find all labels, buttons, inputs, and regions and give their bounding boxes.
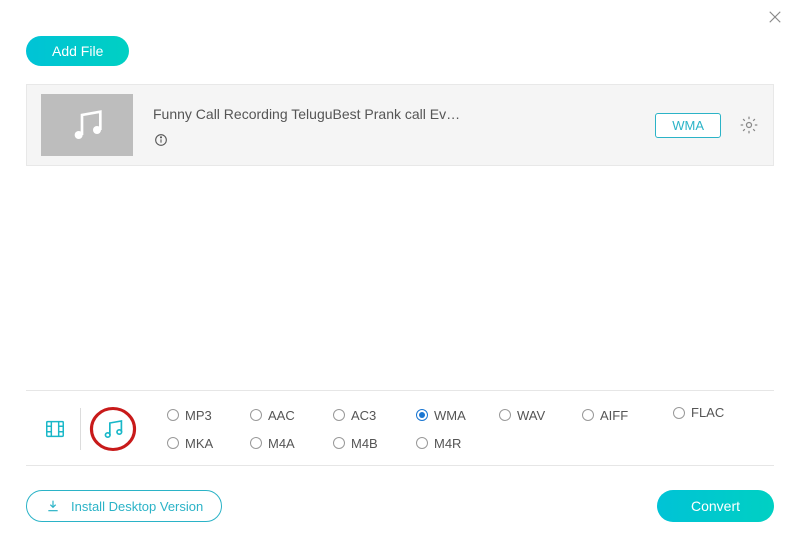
separator — [80, 408, 81, 450]
install-desktop-button[interactable]: Install Desktop Version — [26, 490, 222, 522]
format-options: MP3 AAC AC3 WMA WAV AIFF MKA M4A M4B M4R — [167, 403, 665, 455]
radio-icon — [416, 437, 428, 449]
close-icon[interactable] — [766, 8, 786, 28]
radio-icon — [167, 409, 179, 421]
format-option-flac[interactable]: FLAC — [673, 405, 724, 420]
format-option-ac3[interactable]: AC3 — [333, 408, 416, 423]
format-label: M4R — [434, 436, 461, 451]
format-label: MP3 — [185, 408, 212, 423]
radio-icon — [250, 409, 262, 421]
format-label: M4B — [351, 436, 378, 451]
format-option-aac[interactable]: AAC — [250, 408, 333, 423]
format-option-m4r[interactable]: M4R — [416, 436, 499, 451]
convert-button[interactable]: Convert — [657, 490, 774, 522]
format-label: AC3 — [351, 408, 376, 423]
radio-icon — [416, 409, 428, 421]
file-thumbnail — [41, 94, 133, 156]
audio-mode-icon[interactable] — [90, 407, 136, 451]
gear-icon[interactable] — [739, 115, 759, 135]
download-icon — [45, 498, 61, 514]
format-label: AAC — [268, 408, 295, 423]
mode-icons — [26, 407, 149, 451]
radio-icon — [333, 437, 345, 449]
format-label: AIFF — [600, 408, 628, 423]
radio-icon — [250, 437, 262, 449]
format-option-mka[interactable]: MKA — [167, 436, 250, 451]
format-label: M4A — [268, 436, 295, 451]
music-note-icon — [67, 105, 107, 145]
format-label: FLAC — [691, 405, 724, 420]
output-format-button[interactable]: WMA — [655, 113, 721, 138]
radio-icon — [582, 409, 594, 421]
install-label: Install Desktop Version — [71, 499, 203, 514]
format-panel: MP3 AAC AC3 WMA WAV AIFF MKA M4A M4B M4R FLAC — [26, 390, 774, 466]
format-label: MKA — [185, 436, 213, 451]
format-option-mp3[interactable]: MP3 — [167, 408, 250, 423]
radio-icon — [167, 437, 179, 449]
file-actions: WMA — [655, 113, 759, 138]
add-file-button[interactable]: Add File — [26, 36, 129, 66]
format-option-aiff[interactable]: AIFF — [582, 408, 665, 423]
format-option-m4a[interactable]: M4A — [250, 436, 333, 451]
video-mode-icon[interactable] — [40, 416, 70, 442]
file-meta: Funny Call Recording TeluguBest Prank ca… — [153, 102, 655, 148]
format-option-m4b[interactable]: M4B — [333, 436, 416, 451]
format-label: WAV — [517, 408, 545, 423]
radio-icon — [499, 409, 511, 421]
footer: Install Desktop Version Convert — [26, 490, 774, 522]
file-title: Funny Call Recording TeluguBest Prank ca… — [153, 106, 473, 122]
format-label: WMA — [434, 408, 466, 423]
file-item: Funny Call Recording TeluguBest Prank ca… — [26, 84, 774, 166]
format-option-wav[interactable]: WAV — [499, 408, 582, 423]
format-option-wma[interactable]: WMA — [416, 408, 499, 423]
radio-icon — [673, 407, 685, 419]
info-icon[interactable] — [153, 132, 169, 148]
radio-icon — [333, 409, 345, 421]
